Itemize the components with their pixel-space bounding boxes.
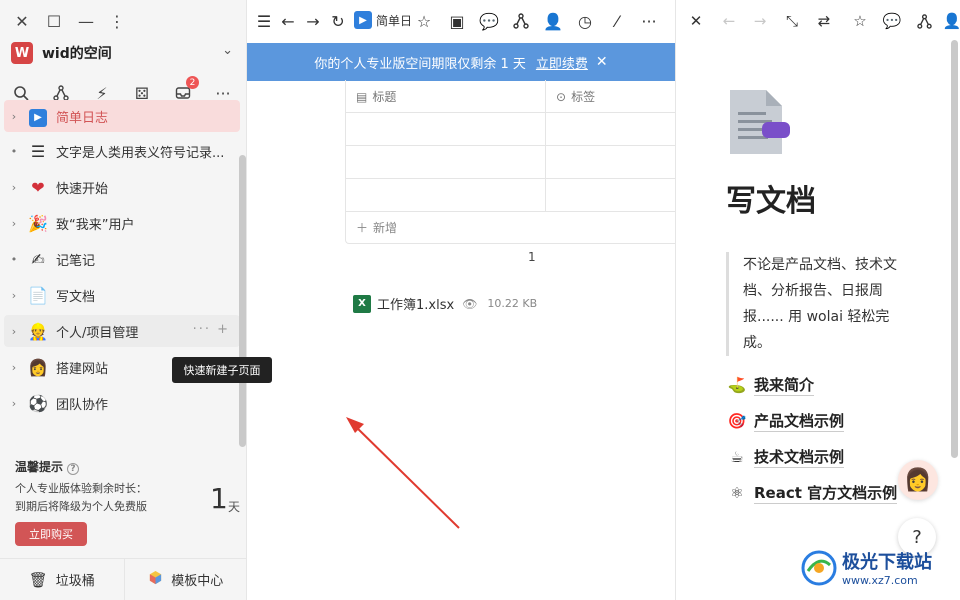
tree-item-label: 写文档 [56, 289, 96, 305]
react-icon: ⚛ [730, 484, 744, 502]
page-link-label: React 官方文档示例 [754, 484, 898, 504]
tree-item-quick-start[interactable]: › ❤ 快速开始 [4, 171, 240, 203]
trash-label: 垃圾桶 [55, 574, 95, 589]
assistant-avatar-icon[interactable]: 👩 [898, 460, 938, 500]
quote-block: 不论是产品文档、技术文档、分析报告、日报周报...... 用 wolai 轻松完… [726, 252, 906, 356]
party-popper-icon: 🎉 [28, 213, 48, 233]
maximize-icon[interactable]: ☐ [44, 11, 64, 31]
tree-item-text-doc[interactable]: • ☰ 文字是人类用表义符号记录... [4, 135, 240, 167]
page-link[interactable]: 🎯 产品文档示例 [726, 408, 845, 434]
page-link[interactable]: ⚛ React 官方文档示例 [726, 480, 898, 506]
tree-item-label: 团队协作 [56, 397, 109, 413]
help-circle-icon[interactable]: ? [67, 463, 80, 475]
window-controls: ✕ ☐ — ⋮ [0, 0, 247, 42]
writing-hand-icon: ✍ [31, 249, 45, 269]
tree-item-write-doc[interactable]: › 📄 写文档 [4, 279, 240, 311]
page-link[interactable]: ☕ 技术文档示例 [726, 444, 845, 470]
graph-icon[interactable] [914, 11, 934, 31]
chevron-right-icon[interactable]: › [6, 361, 22, 374]
bullet-icon: • [10, 252, 18, 266]
heart-icon: ❤ [31, 177, 45, 197]
swap-icon[interactable]: ⇄ [814, 11, 834, 31]
page-title: 写文档 [726, 184, 816, 219]
template-center-label: 模板中心 [171, 574, 224, 589]
workspace-name: wid的空间 [42, 46, 112, 62]
tip-line-1: 个人专业版体验剩余时长： [15, 482, 147, 495]
chevron-right-icon[interactable]: › [6, 325, 22, 338]
main-pane: ☰ ← → ↻ ▶ 简单日 ☆ ▣ 💬 👤 ◷ ⁄ ··· 你的个人专业版空间期… [247, 0, 675, 600]
workspace-avatar: W [11, 42, 33, 64]
add-subpage-button[interactable]: ··· + [193, 322, 230, 337]
tree-item-label: 搭建网站 [56, 361, 109, 377]
tree-item-project-mgmt[interactable]: › 👷 个人/项目管理 ··· + [4, 315, 240, 347]
workspace-switcher[interactable]: W wid的空间 ⌄ [11, 40, 241, 66]
tip-title: 温馨提示 [15, 460, 64, 474]
back-icon[interactable]: ← [719, 11, 739, 31]
cube-icon [148, 570, 163, 589]
bullet-icon: • [10, 144, 18, 158]
sidebar-footer: 🗑 垃圾桶 模板中心 [0, 558, 247, 600]
tip-line-2: 到期后将降级为个人免费版 [15, 500, 147, 513]
site-watermark: 极光下载站 www.xz7.com [800, 548, 932, 587]
tree-item-label: 致“我来”用户 [56, 217, 135, 233]
annotation-arrow [346, 417, 460, 529]
page-cover-icon [726, 88, 792, 160]
page-link-label: 我来简介 [754, 376, 815, 396]
buy-now-button[interactable]: 立即购买 [15, 522, 87, 546]
more-vertical-icon[interactable]: ⋮ [107, 11, 127, 31]
watermark-logo-icon [801, 550, 837, 585]
trial-notice: 温馨提示? 个人专业版体验剩余时长： 到期后将降级为个人免费版 1 天 [15, 458, 240, 516]
template-center-button[interactable]: 模板中心 [123, 559, 248, 600]
tree-item-label: 个人/项目管理 [56, 325, 139, 341]
page-link[interactable]: ⛳ 我来简介 [726, 372, 815, 398]
trash-icon: 🗑 [28, 570, 48, 589]
days-unit: 天 [228, 500, 241, 514]
expand-icon[interactable]: ⤡ [782, 11, 802, 31]
page-link-label: 技术文档示例 [754, 448, 845, 468]
woman-icon: 👩 [28, 357, 48, 377]
tree-item-label: 文字是人类用表义符号记录... [56, 145, 225, 161]
user-icon[interactable]: 👤 [942, 11, 960, 31]
play-icon: ▶ [26, 105, 50, 127]
inbox-badge: 2 [186, 76, 199, 89]
sidebar-scrollbar[interactable] [239, 155, 246, 447]
minimize-icon[interactable]: — [76, 11, 96, 31]
tree-item-notes[interactable]: • ✍ 记笔记 [4, 243, 240, 275]
star-icon[interactable]: ☆ [850, 11, 870, 31]
forward-icon[interactable]: → [750, 11, 770, 31]
side-peek-pane: ✕ ← → ⤡ ⇄ ☆ 💬 👤 写文档 不论是产品文档、技术文档、分析报告、日报… [675, 0, 960, 600]
chevron-right-icon[interactable]: › [6, 397, 22, 410]
page-link-label: 产品文档示例 [754, 412, 845, 432]
page-icon: 📄 [28, 285, 48, 305]
tree-item-simple-log[interactable]: › ▶ 简单日志 [4, 100, 240, 132]
document-icon: ☰ [30, 141, 46, 161]
tree-item-label: 记笔记 [56, 253, 96, 269]
chevron-right-icon[interactable]: › [6, 289, 22, 302]
tree-item-label: 快速开始 [56, 181, 109, 197]
watermark-title: 极光下载站 [842, 552, 932, 573]
tooltip: 快速新建子页面 [172, 357, 272, 383]
chevron-right-icon[interactable]: › [6, 181, 22, 194]
sidebar: ✕ ☐ — ⋮ W wid的空间 ⌄ ⚡ ⚄ 2 ··· › ▶ 简单日志 • … [0, 0, 247, 600]
comment-icon[interactable]: 💬 [882, 11, 902, 31]
trash-button[interactable]: 🗑 垃圾桶 [0, 559, 124, 600]
coffee-icon: ☕ [730, 448, 744, 466]
tree-item-team[interactable]: › ⚽ 团队协作 [4, 387, 240, 419]
tree-item-label: 简单日志 [56, 110, 109, 126]
target-icon: 🎯 [727, 412, 747, 430]
chevron-down-icon: ⌄ [222, 43, 233, 58]
tree-item-welcome[interactable]: › 🎉 致“我来”用户 [4, 207, 240, 239]
chevron-right-icon[interactable]: › [6, 110, 22, 123]
chevron-right-icon[interactable]: › [6, 217, 22, 230]
watermark-url: www.xz7.com [842, 574, 918, 587]
close-icon[interactable]: ✕ [12, 11, 32, 31]
golf-icon: ⛳ [727, 376, 747, 394]
worker-icon: 👷 [28, 321, 48, 341]
close-icon[interactable]: ✕ [686, 11, 706, 31]
soccer-icon: ⚽ [28, 393, 48, 413]
days-remaining: 1 [210, 482, 228, 515]
peek-scrollbar[interactable] [951, 40, 958, 458]
